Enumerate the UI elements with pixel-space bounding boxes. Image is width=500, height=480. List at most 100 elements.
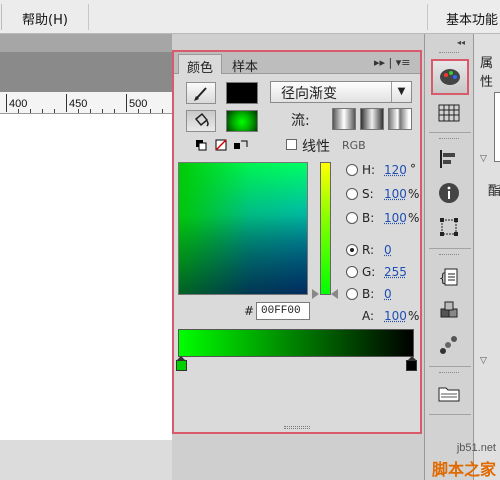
ruler-minor-tick — [30, 109, 31, 113]
color-spectrum-picker[interactable] — [178, 162, 308, 295]
b-rgb-label: B: — [362, 287, 374, 301]
svg-text:{: { — [439, 271, 446, 285]
color-panel: 颜色 样本 ▸▸ | ▾≡ 径向渐变 ▼ 流: 线性 RGB H: 120 ° … — [172, 50, 422, 434]
g-value[interactable]: 255 — [384, 265, 407, 279]
s-unit: % — [408, 187, 419, 201]
components-icon — [438, 300, 460, 322]
slider-handle-right[interactable] — [331, 289, 338, 299]
section-toggle-icon[interactable]: ▽ — [480, 356, 487, 366]
ruler-tick-line — [66, 94, 67, 112]
rgb-label: RGB — [342, 139, 366, 152]
flow-label: 流: — [291, 110, 310, 130]
panel-resize-grip[interactable] — [284, 426, 310, 429]
ruler-minor-tick — [102, 109, 103, 113]
flow-repeat-button[interactable] — [388, 108, 412, 130]
panel-menu-button[interactable]: ▸▸ | ▾≡ — [374, 56, 410, 69]
gradient-bar[interactable] — [178, 329, 414, 357]
tab-swatches[interactable]: 样本 — [224, 54, 266, 74]
linear-rgb-checkbox[interactable] — [286, 139, 297, 150]
dock-separator — [429, 132, 471, 133]
dock-grip[interactable] — [439, 372, 459, 375]
g-radio[interactable] — [346, 266, 358, 278]
dock-grip[interactable] — [439, 138, 459, 141]
dock-grip[interactable] — [439, 52, 459, 55]
s-label: S: — [362, 187, 374, 201]
ruler-minor-tick — [162, 109, 163, 113]
b-radio[interactable] — [346, 212, 358, 224]
properties-preview — [494, 92, 500, 162]
info-icon — [438, 182, 460, 204]
panel-dock: ◂◂ { — [424, 34, 474, 480]
chevron-down-icon: ▼ — [391, 82, 411, 102]
spectrum-shade — [179, 163, 307, 294]
h-value[interactable]: 120 — [384, 163, 407, 177]
workspace-switcher[interactable]: 基本功能 — [446, 9, 498, 28]
b-rgb-value[interactable]: 0 — [384, 287, 392, 301]
brightness-slider[interactable] — [320, 162, 331, 295]
b-label: B: — [362, 211, 374, 225]
ruler-minor-tick — [78, 109, 79, 113]
align-panel-button[interactable] — [433, 144, 465, 174]
menu-separator — [88, 4, 89, 30]
stroke-color-swatch[interactable] — [226, 82, 258, 104]
b-value[interactable]: 100 — [384, 211, 407, 225]
ruler-tick-line — [6, 94, 7, 112]
fill-color-swatch[interactable] — [226, 110, 258, 132]
hex-input[interactable]: 00FF00 — [256, 302, 310, 320]
color-type-value: 径向渐变 — [281, 86, 337, 102]
gradient-stop-left[interactable] — [176, 360, 187, 371]
library-panel-button[interactable] — [433, 378, 465, 408]
alpha-value[interactable]: 100 — [384, 309, 407, 323]
paint-bucket-icon — [187, 111, 215, 131]
code-snippets-button[interactable]: { — [433, 262, 465, 292]
transform-icon — [438, 216, 460, 238]
pasteboard — [0, 52, 172, 92]
components-panel-button[interactable] — [433, 296, 465, 326]
h-label: H: — [362, 163, 375, 177]
transform-panel-button[interactable] — [433, 212, 465, 242]
swatches-panel-button[interactable] — [433, 98, 465, 128]
hex-label: # — [244, 304, 254, 318]
ruler-minor-tick — [42, 109, 43, 113]
fill-color-button[interactable] — [186, 110, 216, 132]
r-value[interactable]: 0 — [384, 243, 392, 257]
dock-grip[interactable] — [439, 254, 459, 257]
ruler-minor-tick — [114, 109, 115, 113]
menu-separator — [427, 4, 428, 30]
flow-reflect-button[interactable] — [360, 108, 384, 130]
color-palette-icon — [437, 65, 463, 89]
s-radio[interactable] — [346, 188, 358, 200]
swap-colors-icon[interactable] — [234, 141, 247, 149]
color-panel-button[interactable] — [431, 59, 469, 95]
h-radio[interactable] — [346, 164, 358, 176]
no-color-icon[interactable] — [216, 140, 226, 150]
motion-presets-icon — [438, 334, 460, 356]
tab-color[interactable]: 颜色 — [178, 54, 222, 74]
watermark-text: 脚本之家 — [432, 456, 496, 480]
ruler-minor-tick — [54, 109, 55, 113]
info-panel-button[interactable] — [433, 178, 465, 208]
gradient-stop-right[interactable] — [406, 360, 417, 371]
stroke-color-button[interactable] — [186, 82, 216, 104]
pencil-icon — [187, 83, 215, 103]
collapse-icon[interactable]: ◂◂ — [457, 38, 465, 47]
ruler-minor-tick — [150, 109, 151, 113]
s-value[interactable]: 100 — [384, 187, 407, 201]
dock-separator — [429, 414, 471, 415]
r-radio[interactable] — [346, 244, 358, 256]
menu-separator — [0, 4, 2, 30]
b-rgb-radio[interactable] — [346, 288, 358, 300]
properties-field-label: 酯 — [488, 180, 500, 199]
ruler-minor-tick — [90, 109, 91, 113]
properties-title[interactable]: 属性 — [480, 52, 500, 90]
stage-canvas[interactable] — [0, 114, 172, 480]
section-toggle-icon[interactable]: ▽ — [480, 154, 487, 164]
dock-separator — [429, 366, 471, 367]
menu-help[interactable]: 帮助(H) — [22, 9, 68, 28]
flow-extend-button[interactable] — [332, 108, 356, 130]
horizontal-ruler: 400 450 500 — [0, 92, 172, 114]
black-white-icon[interactable] — [196, 140, 206, 150]
motion-presets-button[interactable] — [433, 330, 465, 360]
slider-handle-left[interactable] — [312, 289, 319, 299]
color-type-select[interactable]: 径向渐变 ▼ — [270, 81, 412, 103]
